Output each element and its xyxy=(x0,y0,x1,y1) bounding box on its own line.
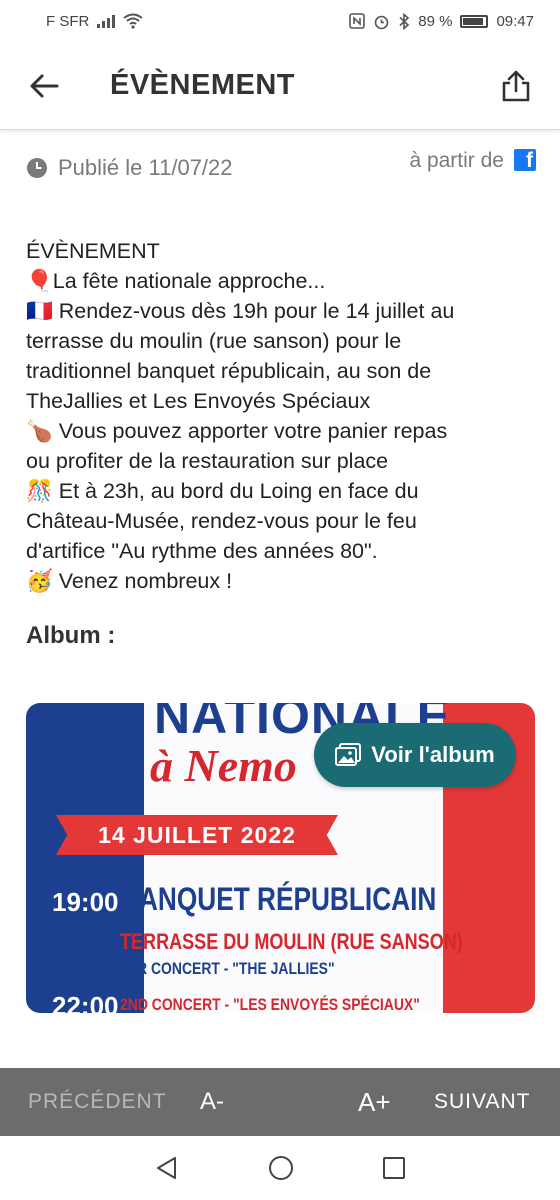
poster-concert-2: 2ND CONCERT - "LES ENVOYÉS SPÉCIAUX" xyxy=(120,995,420,1013)
arrow-left-icon[interactable] xyxy=(22,64,66,108)
wifi-icon xyxy=(123,13,143,29)
published-date: Publié le 11/07/22 xyxy=(58,155,233,180)
nfc-icon xyxy=(349,13,366,29)
home-circle-icon[interactable] xyxy=(267,1154,295,1182)
bottom-toolbar: PRÉCÉDENT A- A+ SUIVANT xyxy=(0,1068,560,1136)
recents-square-icon[interactable] xyxy=(382,1156,406,1180)
balloon-icon: 🎈 xyxy=(26,269,53,293)
article-line: Château-Musée, rendez-vous pour le feu xyxy=(26,509,417,533)
alarm-icon xyxy=(374,15,389,29)
font-decrease-button[interactable]: A- xyxy=(200,1088,224,1116)
article-line: TheJallies et Les Envoyés Spéciaux xyxy=(26,389,371,413)
article-line: ÉVÈNEMENT xyxy=(26,239,160,263)
battery-percent: 89 % xyxy=(418,12,453,30)
meta-row: Publié le 11/07/22 à partir de f xyxy=(26,148,536,188)
poster-venue: TERRASSE DU MOULIN (RUE SANSON) xyxy=(120,929,463,954)
article-line: d'artifice "Au rythme des années 80". xyxy=(26,539,378,563)
clock: 09:47 xyxy=(496,12,534,30)
poster-date-ribbon: 14 JUILLET 2022 xyxy=(56,815,338,855)
article-line: ou profiter de la restauration sur place xyxy=(26,449,389,473)
poster-banquet: BANQUET RÉPUBLICAIN xyxy=(120,881,437,917)
back-triangle-icon[interactable] xyxy=(154,1155,180,1181)
previous-button[interactable]: PRÉCÉDENT xyxy=(28,1090,167,1114)
signal-icon xyxy=(97,14,116,28)
article-line: traditionnel banquet républicain, au son… xyxy=(26,359,432,383)
confetti-icon: 🎊 xyxy=(26,479,53,503)
article-line: 🥳 Venez nombreux ! xyxy=(26,569,233,593)
party-face-icon: 🥳 xyxy=(26,569,53,593)
source-prefix: à partir de xyxy=(409,149,504,172)
system-nav-bar xyxy=(0,1136,560,1200)
page-title: ÉVÈNEMENT xyxy=(110,69,295,101)
article-line: terrasse du moulin (rue sanson) pour le xyxy=(26,329,402,353)
battery-icon xyxy=(460,14,489,28)
gallery-icon xyxy=(335,743,362,766)
app-bar: ÉVÈNEMENT xyxy=(0,42,560,130)
share-icon[interactable] xyxy=(494,64,538,108)
poster-time-2: 22:00 xyxy=(52,991,119,1013)
french-flag-icon: 🇫🇷 xyxy=(26,299,53,323)
font-increase-button[interactable]: A+ xyxy=(358,1087,391,1118)
status-left: F SFR xyxy=(46,13,143,30)
next-button[interactable]: SUIVANT xyxy=(434,1090,530,1114)
poster-subline: à Nemo xyxy=(150,740,297,791)
poultry-leg-icon: 🍗 xyxy=(26,419,53,443)
clock-icon xyxy=(27,158,47,178)
view-album-button[interactable]: Voir l'album xyxy=(314,723,516,787)
status-right: 89 % 09:47 xyxy=(349,12,534,30)
article-line: 🇫🇷 Rendez-vous dès 19h pour le 14 juille… xyxy=(26,299,455,323)
view-album-label: Voir l'album xyxy=(371,742,495,767)
article-line: 🍗 Vous pouvez apporter votre panier repa… xyxy=(26,419,448,443)
published-info: Publié le 11/07/22 xyxy=(26,155,233,181)
carrier-label: F SFR xyxy=(46,12,90,30)
facebook-icon[interactable]: f xyxy=(514,149,536,172)
poster-concert-1: 1ER CONCERT - "THE JALLIES" xyxy=(120,959,335,978)
poster-time-1: 19:00 xyxy=(52,887,119,917)
album-heading: Album : xyxy=(26,622,116,649)
article-line: 🎊 Et à 23h, au bord du Loing en face du xyxy=(26,479,419,503)
bluetooth-icon xyxy=(399,12,410,30)
source-info[interactable]: à partir de f xyxy=(409,149,536,173)
album-card[interactable]: NATIONALE à Nemo 14 JUILLET 2022 19:00 B… xyxy=(26,703,535,1013)
status-bar: F SFR 89 % 09:47 xyxy=(0,0,560,42)
article-body: ÉVÈNEMENT 🎈La fête nationale approche...… xyxy=(26,236,536,596)
article-line: 🎈La fête nationale approche... xyxy=(26,269,326,293)
